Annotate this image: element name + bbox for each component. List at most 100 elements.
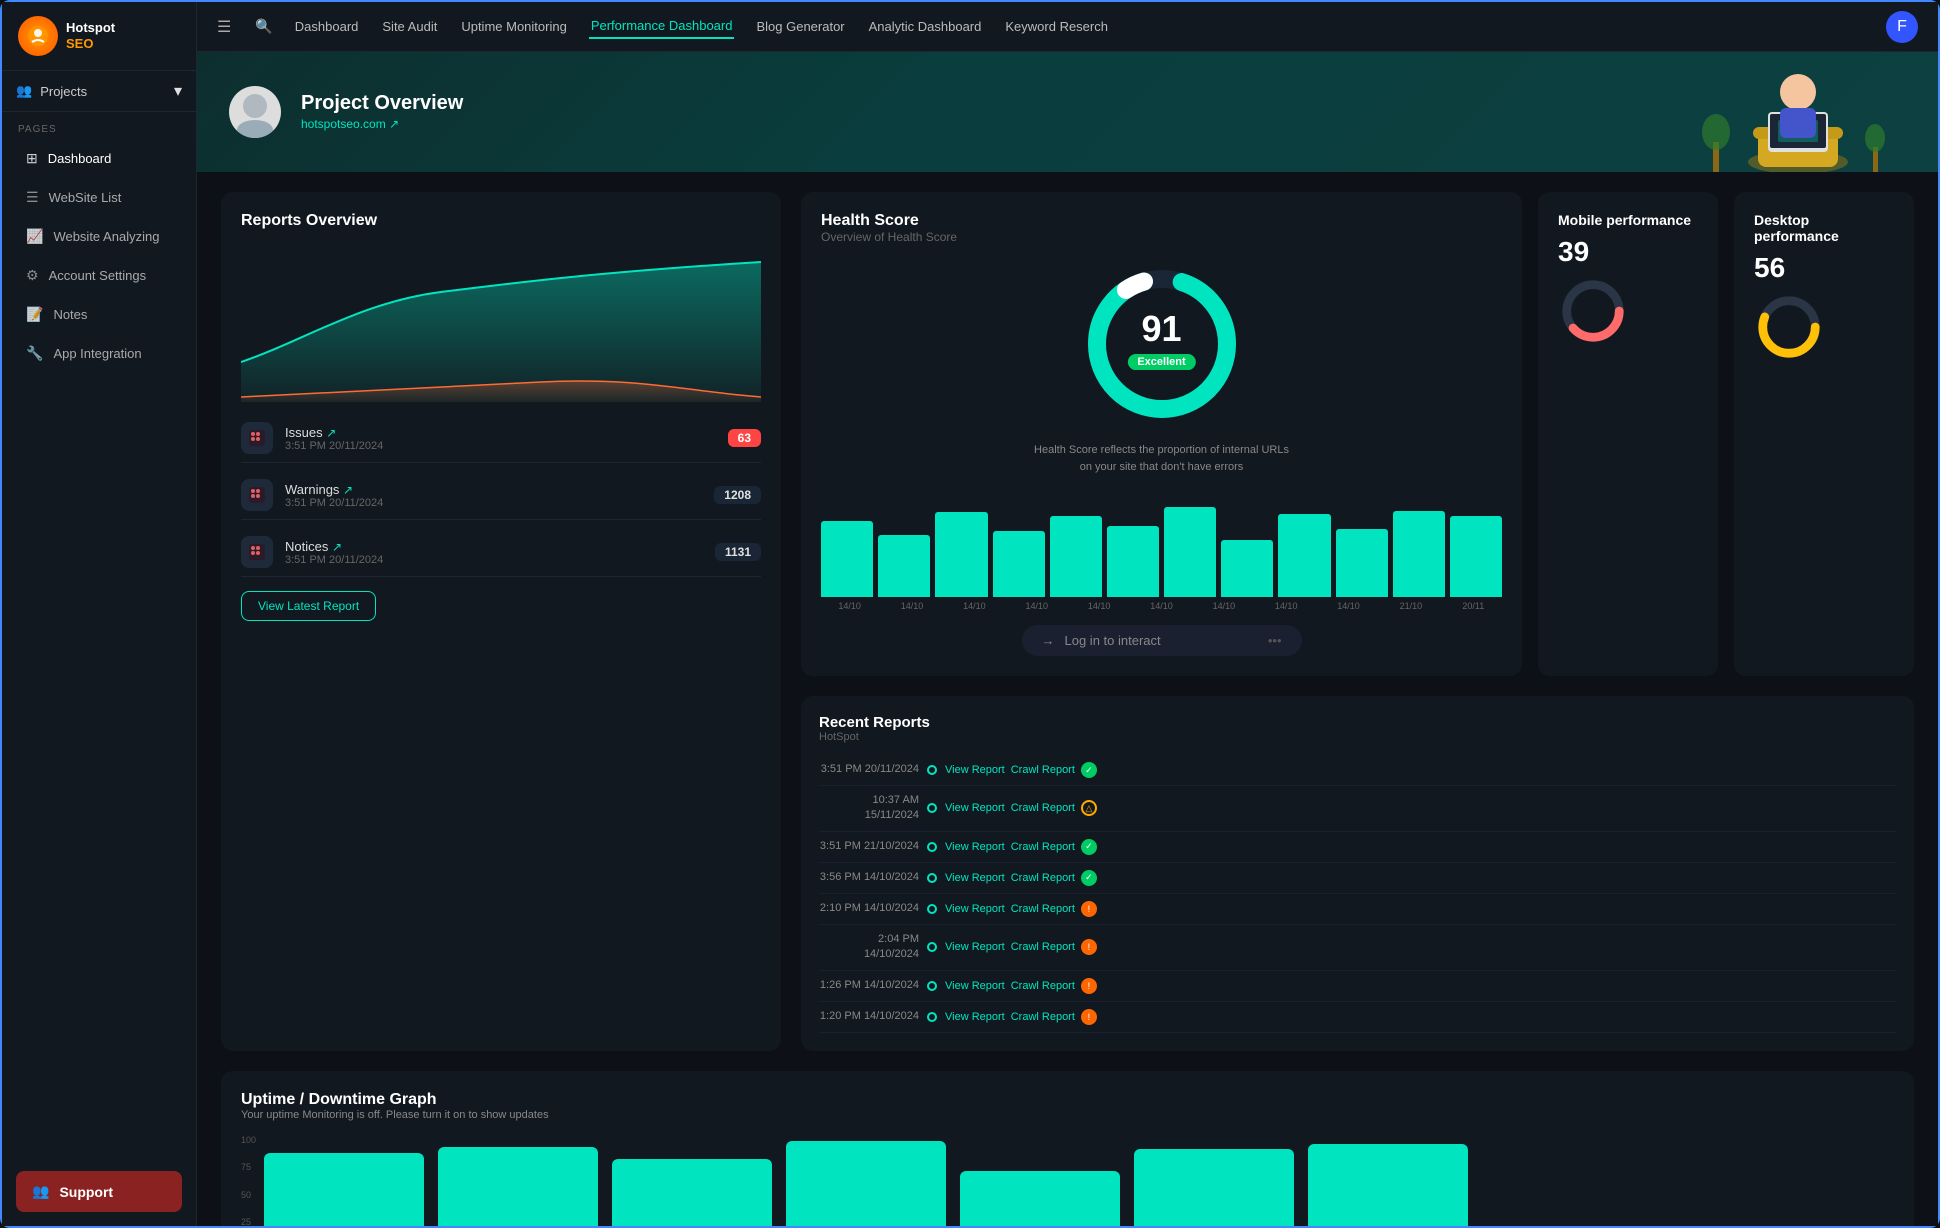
- bar-label: 14/10: [1195, 601, 1252, 611]
- search-icon[interactable]: 🔍: [255, 18, 272, 35]
- bar-label: 20/11: [1445, 601, 1502, 611]
- timeline-dot: [927, 803, 937, 813]
- crawl-report-link[interactable]: Crawl Report: [1011, 941, 1075, 953]
- report-row-links: View ReportCrawl Report!: [945, 978, 1896, 994]
- status-badge: !: [1081, 939, 1097, 955]
- status-badge: △: [1081, 800, 1097, 816]
- report-row-links: View Report Crawl Report ✓: [945, 839, 1896, 855]
- crawl-report-link[interactable]: Crawl Report: [1011, 1011, 1075, 1023]
- bar-item: [1221, 540, 1273, 597]
- bar-item: [993, 531, 1045, 597]
- issues-icon: [241, 422, 273, 454]
- project-name: Project Overview: [301, 92, 463, 115]
- sidebar-item-website-analyzing[interactable]: 📈 Website Analyzing: [10, 218, 188, 255]
- bar-label: 14/10: [883, 601, 940, 611]
- report-row: 1:26 PM 14/10/2024View ReportCrawl Repor…: [819, 971, 1896, 1002]
- view-latest-button[interactable]: View Latest Report: [241, 591, 376, 621]
- bar-label: 14/10: [1258, 601, 1315, 611]
- project-info: Project Overview hotspotseo.com ↗: [301, 92, 463, 133]
- bar-label: 21/10: [1382, 601, 1439, 611]
- report-row-time: 3:51 PM 20/11/2024: [819, 762, 919, 777]
- view-report-link[interactable]: View Report: [945, 1011, 1005, 1023]
- support-button[interactable]: 👥 Support: [16, 1171, 182, 1212]
- status-badge: ✓: [1081, 762, 1097, 778]
- sidebar-item-website-list[interactable]: ☰ WebSite List: [10, 179, 188, 216]
- content-area: Project Overview hotspotseo.com ↗: [197, 52, 1938, 1226]
- report-row-links: View Report Crawl Report △: [945, 800, 1896, 816]
- bar-item: [1336, 529, 1388, 597]
- sidebar-item-dashboard[interactable]: ⊞ Dashboard: [10, 140, 188, 177]
- view-report-link[interactable]: View Report: [945, 872, 1005, 884]
- notices-icon: [241, 536, 273, 568]
- timeline-dot: [927, 981, 937, 991]
- banner-illustration: [1698, 62, 1858, 172]
- report-row-time: 1:20 PM 14/10/2024: [819, 1009, 919, 1024]
- project-url[interactable]: hotspotseo.com ↗: [301, 117, 399, 131]
- crawl-report-link[interactable]: Crawl Report: [1011, 841, 1075, 853]
- topnav-performance-dashboard[interactable]: Performance Dashboard: [589, 14, 735, 39]
- report-row: 2:10 PM 14/10/2024View ReportCrawl Repor…: [819, 894, 1896, 925]
- crawl-report-link[interactable]: Crawl Report: [1011, 980, 1075, 992]
- timeline-dot: [927, 873, 937, 883]
- sidebar: HotspotSEO 👥 Projects ▾ PAGES ⊞ Dashboar…: [2, 2, 197, 1226]
- recent-reports-card: Recent Reports HotSpot 3:51 PM 20/11/202…: [801, 696, 1914, 1051]
- desktop-performance-card: Desktop performance 56: [1734, 192, 1914, 676]
- crawl-report-link[interactable]: Crawl Report: [1011, 903, 1075, 915]
- view-report-link[interactable]: View Report: [945, 941, 1005, 953]
- bar-item: [1278, 514, 1330, 597]
- health-score-donut: 91 Excellent: [1082, 264, 1242, 424]
- menu-icon[interactable]: ☰: [217, 17, 231, 37]
- view-report-link[interactable]: View Report: [945, 802, 1005, 814]
- crawl-report-link[interactable]: Crawl Report: [1011, 802, 1075, 814]
- crawl-report-link[interactable]: Crawl Report: [1011, 764, 1075, 776]
- notes-icon: 📝: [26, 306, 43, 323]
- report-items-list: Issues ↗ 3:51 PM 20/11/2024 63: [241, 414, 761, 577]
- sidebar-item-notes[interactable]: 📝 Notes: [10, 296, 188, 333]
- topnav-blog-generator[interactable]: Blog Generator: [754, 15, 846, 38]
- uptime-bar: [960, 1171, 1120, 1226]
- bar-item: [1050, 516, 1102, 597]
- report-row-links: View Report Crawl Report ✓: [945, 762, 1896, 778]
- timeline-dot: [927, 904, 937, 914]
- report-row-time: 3:51 PM 21/10/2024: [819, 839, 919, 854]
- report-item-issues: Issues ↗ 3:51 PM 20/11/2024 63: [241, 414, 761, 463]
- sidebar-item-account-settings[interactable]: ⚙ Account Settings: [10, 257, 188, 294]
- report-row-time: 10:37 AM 15/11/2024: [819, 793, 919, 824]
- logo[interactable]: HotspotSEO: [2, 2, 196, 71]
- topnav-dashboard[interactable]: Dashboard: [293, 15, 361, 38]
- project-avatar: [229, 86, 281, 138]
- user-avatar[interactable]: F: [1886, 11, 1918, 43]
- status-badge: !: [1081, 1009, 1097, 1025]
- topnav-uptime-monitoring[interactable]: Uptime Monitoring: [459, 15, 569, 38]
- sidebar-item-app-integration[interactable]: 🔧 App Integration: [10, 335, 188, 372]
- reports-overview-title: Reports Overview: [241, 212, 761, 230]
- timeline-dot: [927, 1012, 937, 1022]
- timeline-dot: [927, 842, 937, 852]
- uptime-y-axis: 100 75 50 25 0: [241, 1135, 264, 1226]
- view-report-link[interactable]: View Report: [945, 764, 1005, 776]
- status-badge: ✓: [1081, 839, 1097, 855]
- view-report-link[interactable]: View Report: [945, 903, 1005, 915]
- dots-icon: •••: [1268, 633, 1282, 648]
- arrow-right-icon: →: [1042, 633, 1055, 648]
- report-row: 3:51 PM 21/10/2024 View Report Crawl Repor…: [819, 832, 1896, 863]
- login-bar[interactable]: → Log in to interact •••: [1022, 625, 1302, 656]
- bar-label: 14/10: [1133, 601, 1190, 611]
- topnav-analytic-dashboard[interactable]: Analytic Dashboard: [867, 15, 984, 38]
- status-badge: ✓: [1081, 870, 1097, 886]
- health-score-title: Health Score: [821, 212, 919, 230]
- report-item-notices: Notices ↗ 3:51 PM 20/11/2024 1131: [241, 528, 761, 577]
- view-report-link[interactable]: View Report: [945, 841, 1005, 853]
- report-row-time: 2:04 PM 14/10/2024: [819, 932, 919, 963]
- topnav-keyword-research[interactable]: Keyword Reserch: [1003, 15, 1110, 38]
- crawl-report-link[interactable]: Crawl Report: [1011, 872, 1075, 884]
- projects-label: 👥 Projects: [16, 83, 87, 99]
- projects-dropdown[interactable]: 👥 Projects ▾: [2, 71, 196, 112]
- issues-badge: 63: [728, 429, 761, 447]
- view-report-link[interactable]: View Report: [945, 980, 1005, 992]
- report-row: 10:37 AM 15/11/2024 View Report Crawl Repo…: [819, 786, 1896, 832]
- health-description: Health Score reflects the proportion of …: [1032, 442, 1292, 475]
- logo-icon: [18, 16, 58, 56]
- topnav-site-audit[interactable]: Site Audit: [380, 15, 439, 38]
- uptime-section: Uptime / Downtime Graph Your uptime Moni…: [221, 1071, 1914, 1226]
